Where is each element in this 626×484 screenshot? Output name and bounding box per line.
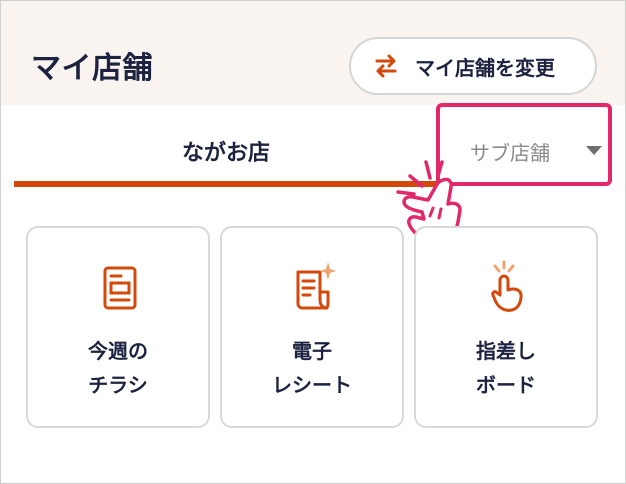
flyer-document-icon: [103, 266, 137, 310]
tab-main-store[interactable]: ながお店: [14, 105, 438, 187]
swap-arrows-icon: [375, 54, 397, 78]
page-title: マイ店舗: [31, 51, 153, 86]
header: マイ店舗 マイ店舗を変更: [1, 1, 625, 105]
caret-down-icon: [586, 146, 602, 155]
card-weekly-flyer[interactable]: 今週の チラシ: [26, 226, 210, 428]
card-e-receipt-label: 電子 レシート: [272, 339, 352, 397]
card-pointing-board[interactable]: 指差し ボード: [414, 226, 598, 428]
tab-main-store-label: ながお店: [181, 141, 270, 166]
card-pointing-board-label: 指差し ボード: [476, 339, 536, 397]
card-e-receipt[interactable]: 電子 レシート: [220, 226, 404, 428]
active-tab-indicator: [14, 181, 438, 187]
tab-sub-store-label: サブ店舗: [470, 141, 550, 165]
pointing-finger-icon: [491, 260, 523, 312]
card-weekly-flyer-label: 今週の チラシ: [88, 339, 148, 397]
change-store-button[interactable]: マイ店舗を変更: [349, 37, 597, 95]
change-store-label: マイ店舗を変更: [415, 55, 555, 80]
e-receipt-icon: [296, 262, 336, 310]
